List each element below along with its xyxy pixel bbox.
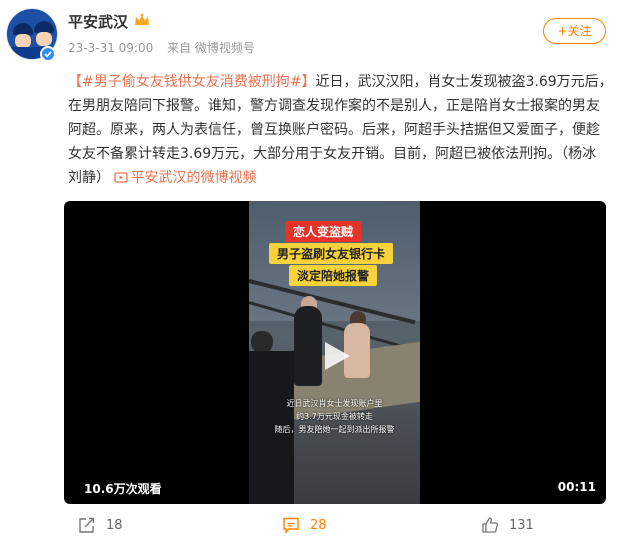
repost-icon xyxy=(79,517,95,533)
verified-icon xyxy=(40,46,56,62)
video-caption-yellow: 淡定陪她报警 xyxy=(289,265,378,286)
post-source[interactable]: 来自 微博视频号 xyxy=(167,41,255,55)
video-subtitle-line: 约3.7万元现金被转走 xyxy=(296,412,373,421)
frame-person xyxy=(294,306,322,386)
repost-button[interactable]: 18 xyxy=(78,515,123,535)
comment-icon xyxy=(283,517,299,534)
video-link-icon xyxy=(114,172,129,183)
post-text: 【#男子偷女友钱供女友消费被刑拘#】近日，武汉汉阳，肖女士发现被盗3.69万元后… xyxy=(68,70,613,190)
play-icon[interactable] xyxy=(319,339,353,373)
comment-count: 28 xyxy=(310,517,327,533)
police-face-right xyxy=(36,32,52,46)
follow-button[interactable]: +关注 xyxy=(543,18,606,44)
username[interactable]: 平安武汉 xyxy=(68,11,128,32)
crown-icon xyxy=(135,13,149,25)
video-caption-yellow: 男子盗刷女友银行卡 xyxy=(269,243,394,264)
view-count: 10.6万次观看 xyxy=(84,482,162,496)
video-duration: 00:11 xyxy=(557,480,596,494)
thumbs-up-icon xyxy=(482,517,498,533)
hashtag-link[interactable]: 【#男子偷女友钱供女友消费被刑拘#】 xyxy=(68,74,315,90)
video-subtitle-line: 随后，男友陪她一起到派出所报警 xyxy=(274,425,395,434)
post-meta: 23-3-31 09:00 来自 微博视频号 xyxy=(68,39,265,56)
video-subtitles: 近日武汉肖女士发现账户里 约3.7万元现金被转走 随后，男友陪她一起到派出所报警 xyxy=(249,397,420,436)
video-caption-red: 恋人变盗贼 xyxy=(285,221,362,242)
action-bar: 18 28 131 xyxy=(0,509,620,541)
comment-button[interactable]: 28 xyxy=(282,515,327,535)
repost-count: 18 xyxy=(106,517,123,533)
video-frame: 恋人变盗贼 男子盗刷女友银行卡 淡定陪她报警 近日武汉肖女士发现账户里 约3.7… xyxy=(249,201,420,504)
post-time[interactable]: 23-3-31 09:00 xyxy=(68,41,153,55)
like-button[interactable]: 131 xyxy=(481,515,534,535)
video-player[interactable]: 恋人变盗贼 男子盗刷女友银行卡 淡定陪她报警 近日武汉肖女士发现账户里 约3.7… xyxy=(64,201,606,504)
video-link-label: 平安武汉的微博视频 xyxy=(130,170,257,186)
video-subtitle-line: 近日武汉肖女士发现账户里 xyxy=(286,399,383,408)
police-face-left xyxy=(15,34,31,48)
video-link[interactable]: 平安武汉的微博视频 xyxy=(114,170,256,186)
frame-person xyxy=(251,331,273,353)
like-count: 131 xyxy=(509,517,534,533)
